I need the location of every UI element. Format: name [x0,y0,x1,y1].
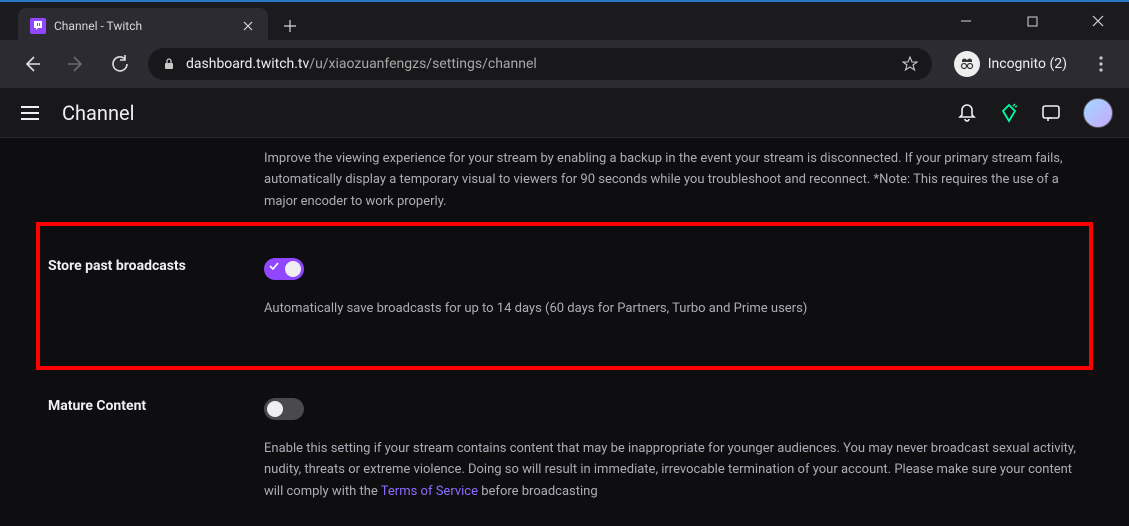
twitch-favicon-icon [30,18,46,34]
browser-toolbar: dashboard.twitch.tv/u/xiaozuanfengzs/set… [0,40,1129,88]
avatar[interactable] [1083,98,1113,128]
mature-content-setting: Mature Content Enable this setting if yo… [48,374,1081,516]
disconnect-protection-description: Improve the viewing experience for your … [264,148,1081,212]
incognito-icon [954,51,980,77]
terms-of-service-link[interactable]: Terms of Service [381,484,478,499]
browser-menu-button[interactable] [1089,56,1113,72]
tab-title: Channel - Twitch [54,19,232,33]
store-past-broadcasts-setting: Store past broadcasts Automatically save… [48,244,1081,333]
settings-content: Improve the viewing experience for your … [0,138,1129,526]
bits-gem-icon[interactable] [999,103,1019,123]
window-minimize-button[interactable] [943,5,989,37]
store-past-broadcasts-description: Automatically save broadcasts for up to … [264,298,1081,319]
reload-button[interactable] [104,48,136,80]
whispers-chat-icon[interactable] [1041,103,1061,123]
hamburger-menu-icon[interactable] [16,99,44,127]
window-titlebar: Channel - Twitch [0,0,1129,40]
incognito-indicator[interactable]: Incognito (2) [944,47,1077,81]
url-text: dashboard.twitch.tv/u/xiaozuanfengzs/set… [186,56,892,72]
window-close-button[interactable] [1075,5,1121,37]
mature-content-toggle[interactable] [264,398,304,420]
checkmark-icon [269,261,279,271]
notifications-bell-icon[interactable] [957,103,977,123]
store-past-broadcasts-toggle[interactable] [264,258,304,280]
address-bar[interactable]: dashboard.twitch.tv/u/xiaozuanfengzs/set… [148,48,932,80]
forward-button[interactable] [60,48,92,80]
close-icon[interactable] [240,18,256,34]
twitch-appbar: Channel [0,88,1129,138]
bookmark-star-icon[interactable] [902,56,918,72]
highlight-annotation: Store past broadcasts Automatically save… [36,222,1093,369]
lock-icon [162,57,176,71]
browser-tab[interactable]: Channel - Twitch [18,8,268,44]
mature-content-label: Mature Content [48,398,264,414]
back-button[interactable] [16,48,48,80]
store-past-broadcasts-label: Store past broadcasts [48,258,264,274]
window-maximize-button[interactable] [1009,5,1055,37]
page-title: Channel [62,101,134,125]
incognito-label: Incognito (2) [988,56,1067,72]
mature-content-description: Enable this setting if your stream conta… [264,438,1081,502]
new-tab-button[interactable] [276,12,304,40]
